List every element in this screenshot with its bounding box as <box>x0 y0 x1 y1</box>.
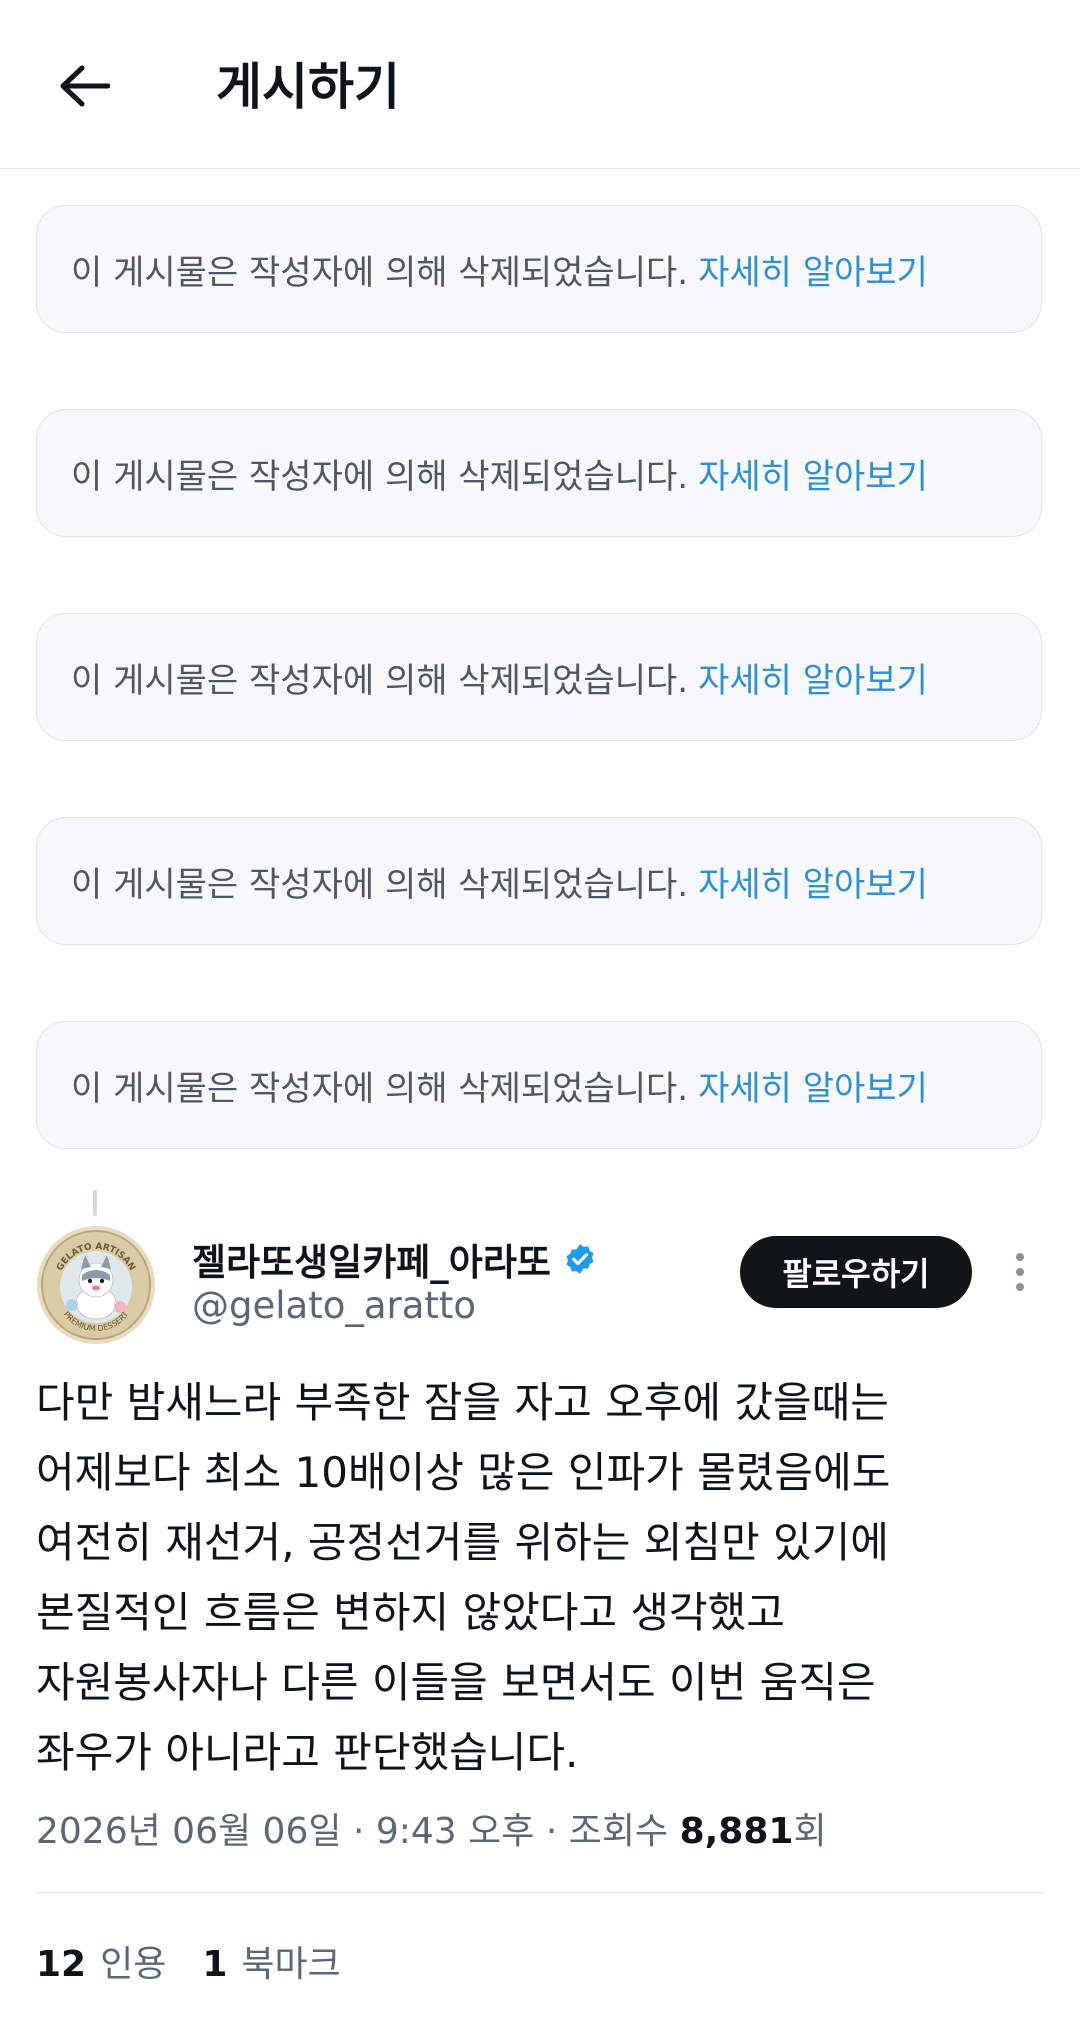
deleted-notice-text: 이 게시물은 작성자에 의해 삭제되었습니다. <box>71 252 689 293</box>
deleted-post-notice: 이 게시물은 작성자에 의해 삭제되었습니다. 자세히 알아보기 <box>36 613 1042 741</box>
bookmarks-stat[interactable]: 1 북마크 <box>202 1935 340 1987</box>
back-button[interactable] <box>48 50 120 122</box>
verified-badge-icon <box>566 1244 594 1274</box>
learn-more-link[interactable]: 자세히 알아보기 <box>698 857 928 906</box>
author-display-name: 젤라또생일카페_아라또 <box>192 1241 551 1284</box>
deleted-notice-text: 이 게시물은 작성자에 의해 삭제되었습니다. <box>71 864 689 905</box>
quotes-stat[interactable]: 12 인용 <box>36 1935 166 1987</box>
learn-more-link[interactable]: 자세히 알아보기 <box>698 449 928 498</box>
quotes-label: 인용 <box>100 1944 167 1985</box>
views-label: 조회수 <box>568 1811 669 1852</box>
views-suffix: 회 <box>793 1811 827 1852</box>
follow-button[interactable]: 팔로우하기 <box>740 1236 972 1308</box>
post-text-line: 어제보다 최소 10배이상 많은 인파가 몰렸음에도 <box>36 1448 891 1497</box>
more-vertical-icon <box>1016 1283 1024 1291</box>
more-vertical-icon <box>1016 1268 1024 1276</box>
meta-separator: · <box>352 1811 365 1852</box>
deleted-notice-text: 이 게시물은 작성자에 의해 삭제되었습니다. <box>71 456 689 497</box>
learn-more-link[interactable]: 자세히 알아보기 <box>698 245 928 294</box>
engagement-stats: 12 인용 1 북마크 <box>36 1935 341 1987</box>
post-text-line: 자원봉사자나 다른 이들을 보면서도 이번 움직은 <box>36 1658 876 1707</box>
learn-more-link[interactable]: 자세히 알아보기 <box>698 1061 928 1110</box>
post-text: 다만 밤새느라 부족한 잠을 자고 오후에 갔을때는 어제보다 최소 10배이상… <box>36 1368 1036 1788</box>
post-date[interactable]: 2026년 06월 06일 <box>36 1811 341 1852</box>
post-text-line: 좌우가 아니라고 판단했습니다. <box>36 1728 579 1777</box>
post-text-line: 다만 밤새느라 부족한 잠을 자고 오후에 갔을때는 <box>36 1378 889 1427</box>
deleted-post-notice: 이 게시물은 작성자에 의해 삭제되었습니다. 자세히 알아보기 <box>36 817 1042 945</box>
post-metadata: 2026년 06월 06일 · 9:43 오후 · 조회수 8,881회 <box>36 1802 827 1854</box>
author-handle[interactable]: @gelato_aratto <box>192 1284 476 1327</box>
divider <box>36 1892 1044 1893</box>
avatar-image: GELATO ARTISAN PREMIUM DESSERT <box>37 1226 155 1344</box>
meta-separator: · <box>545 1811 558 1852</box>
post-text-line: 본질적인 흐름은 변하지 않았다고 생각했고 <box>36 1588 785 1637</box>
deleted-post-notice: 이 게시물은 작성자에 의해 삭제되었습니다. 자세히 알아보기 <box>36 1021 1042 1149</box>
bookmarks-count: 1 <box>202 1944 228 1985</box>
bookmarks-label: 북마크 <box>241 1944 341 1985</box>
top-bar: 게시하기 <box>0 0 1080 169</box>
deleted-notice-text: 이 게시물은 작성자에 의해 삭제되었습니다. <box>71 1068 689 1109</box>
deleted-post-notice: 이 게시물은 작성자에 의해 삭제되었습니다. 자세히 알아보기 <box>36 409 1042 537</box>
deleted-notice-text: 이 게시물은 작성자에 의해 삭제되었습니다. <box>71 660 689 701</box>
thread-connector-line <box>93 1190 97 1216</box>
arrow-left-icon <box>60 65 110 107</box>
learn-more-link[interactable]: 자세히 알아보기 <box>698 653 928 702</box>
avatar[interactable]: GELATO ARTISAN PREMIUM DESSERT <box>36 1225 156 1345</box>
views-count: 8,881 <box>679 1811 794 1852</box>
post-text-line: 여전히 재선거, 공정선거를 위하는 외침만 있기에 <box>36 1518 889 1567</box>
author-name[interactable]: 젤라또생일카페_아라또 <box>192 1232 597 1286</box>
more-options-button[interactable] <box>1000 1248 1040 1296</box>
quotes-count: 12 <box>36 1944 87 1985</box>
deleted-post-notice: 이 게시물은 작성자에 의해 삭제되었습니다. 자세히 알아보기 <box>36 205 1042 333</box>
post-time[interactable]: 9:43 오후 <box>376 1811 535 1852</box>
page-title: 게시하기 <box>216 58 400 116</box>
more-vertical-icon <box>1016 1253 1024 1261</box>
